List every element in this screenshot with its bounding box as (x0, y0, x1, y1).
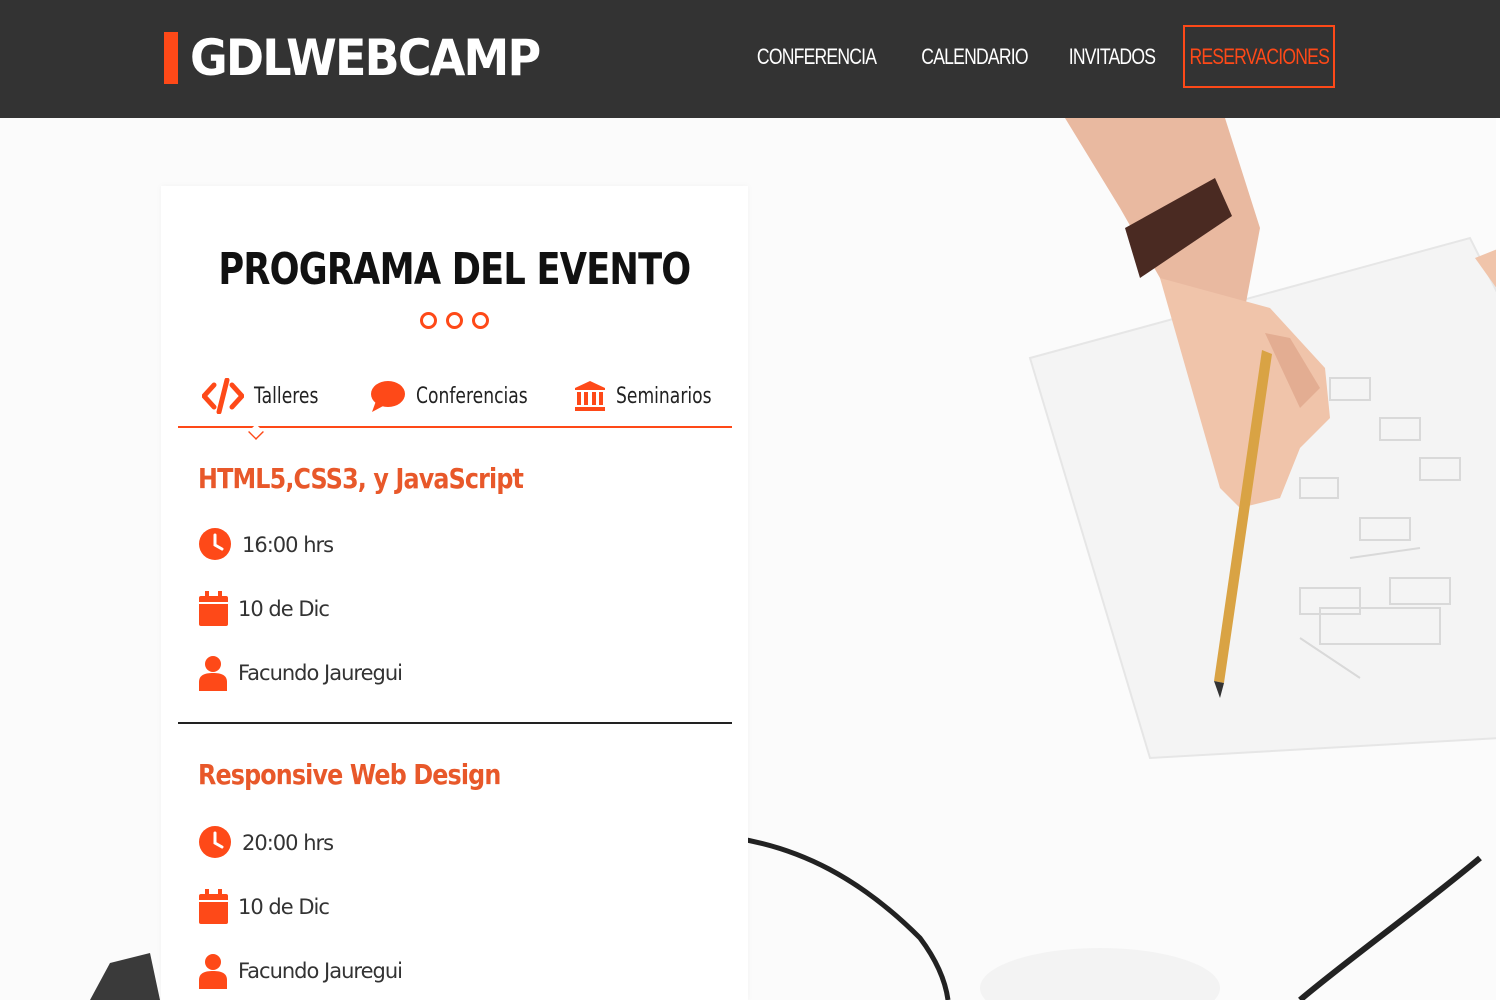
tab-seminarios[interactable]: Seminarios (574, 376, 739, 416)
clock-icon (199, 826, 231, 858)
university-icon (575, 381, 605, 411)
reservaciones-button[interactable]: RESERVACIONES (1183, 25, 1335, 88)
user-icon (199, 954, 227, 989)
title-dots (420, 312, 489, 329)
nav-link-invitados[interactable]: INVITADOS (1069, 44, 1156, 70)
tab-label: Conferencias (416, 383, 528, 409)
logo-accent-bar (164, 32, 178, 84)
clock-icon (199, 528, 231, 560)
section-title: PROGRAMA DEL EVENTO (218, 244, 691, 295)
event-date-text: 10 de Dic (238, 895, 330, 919)
code-icon (202, 378, 244, 414)
site-header: GDLWEBCAMP CONFERENCIA CALENDARIO INVITA… (0, 0, 1500, 118)
title-dot (420, 312, 437, 329)
calendar-icon (199, 591, 228, 626)
site-logo[interactable]: GDLWEBCAMP (164, 29, 570, 87)
event-time: 20:00 hrs (198, 823, 334, 863)
nav-link-conferencia[interactable]: CONFERENCIA (757, 44, 877, 70)
comment-icon (371, 381, 405, 412)
title-dot (472, 312, 489, 329)
tab-talleres[interactable]: Talleres (202, 376, 337, 416)
event-speaker-text: Facundo Jauregui (238, 661, 403, 685)
event-speaker-text: Facundo Jauregui (238, 959, 403, 983)
event-date: 10 de Dic (198, 589, 330, 629)
title-dot (446, 312, 463, 329)
calendar-icon (199, 889, 228, 924)
user-icon (199, 656, 227, 691)
program-tabs: Talleres Conferencias Seminarios (178, 372, 732, 428)
event-date: 10 de Dic (198, 887, 330, 927)
event-date-text: 10 de Dic (238, 597, 330, 621)
reservaciones-label: RESERVACIONES (1189, 43, 1329, 69)
event-time-text: 20:00 hrs (242, 831, 334, 855)
event-title: Responsive Web Design (198, 758, 501, 791)
tab-label: Seminarios (616, 383, 712, 409)
event-divider (178, 722, 732, 724)
tab-conferencias[interactable]: Conferencias (370, 376, 559, 416)
logo-text: GDLWEBCAMP (190, 29, 541, 87)
page-edge (1496, 0, 1500, 1000)
event-time: 16:00 hrs (198, 525, 334, 565)
tab-label: Talleres (254, 383, 319, 409)
event-speaker: Facundo Jauregui (198, 951, 403, 991)
main-nav: CONFERENCIA CALENDARIO INVITADOS RESERVA… (742, 25, 1335, 88)
event-speaker: Facundo Jauregui (198, 653, 403, 693)
event-title: HTML5,CSS3, y JavaScript (198, 462, 524, 495)
nav-link-calendario[interactable]: CALENDARIO (921, 44, 1028, 70)
event-time-text: 16:00 hrs (242, 533, 334, 557)
